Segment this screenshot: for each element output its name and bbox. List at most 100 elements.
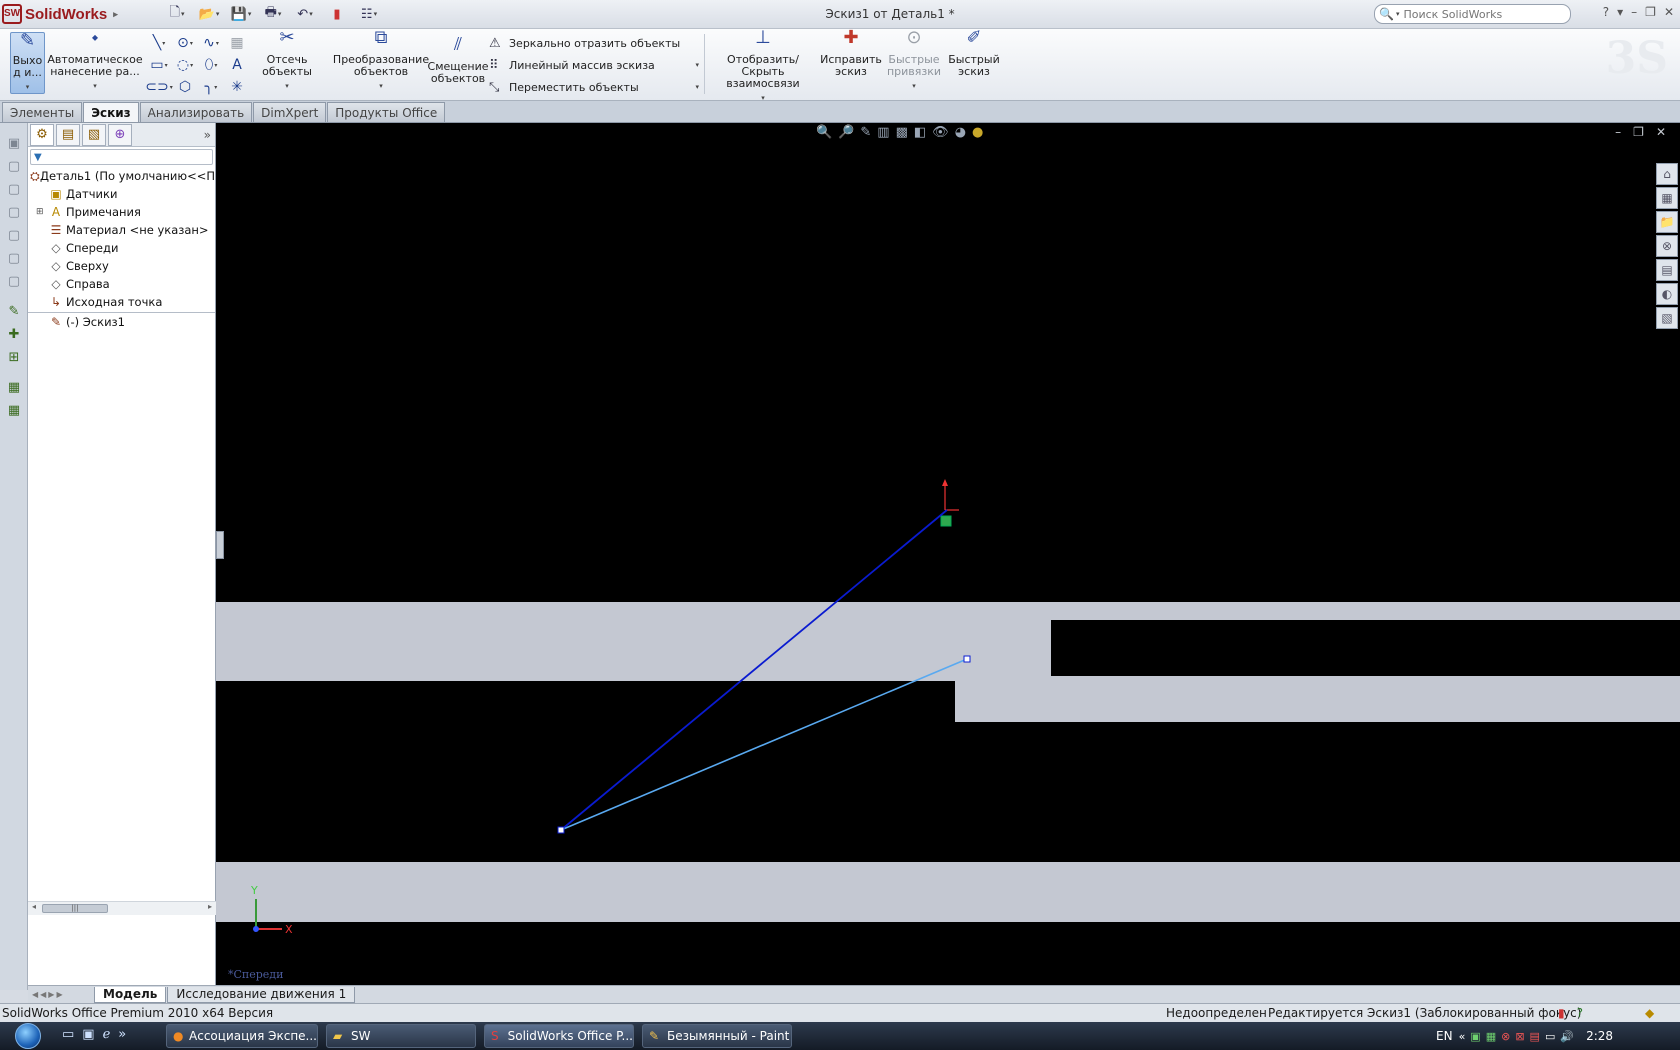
revolve-icon[interactable]: ▢ xyxy=(3,156,25,176)
sketch-endpoint[interactable] xyxy=(963,655,971,663)
tab-sketch[interactable]: Эскиз xyxy=(83,102,139,122)
switch-windows-icon[interactable]: ▣ xyxy=(82,1027,94,1042)
appearances-icon[interactable]: ◐ xyxy=(1656,283,1678,305)
rapid-sketch-button[interactable]: ✐ Быстрый эскиз xyxy=(946,29,1002,78)
smart-dimension-icon[interactable]: ✚ xyxy=(3,324,25,344)
tab-navigation-icon[interactable]: ◀◀▶▶ xyxy=(28,990,94,999)
solidworks-logo[interactable]: SW SolidWorks ▸ xyxy=(2,3,130,25)
scrollbar-thumb[interactable]: ||| xyxy=(42,904,108,913)
internet-explorer-icon[interactable]: ℯ xyxy=(103,1027,111,1042)
extrude-cut-icon[interactable]: ▢ xyxy=(3,225,25,245)
linear-pattern-button[interactable]: ⠿ Линейный массив эскиза ▾ xyxy=(489,54,699,76)
tab-evaluate[interactable]: Анализировать xyxy=(139,102,253,122)
start-button[interactable] xyxy=(2,1022,54,1050)
taskbar-item-folder[interactable]: ▰ SW xyxy=(326,1024,476,1048)
display-style-icon[interactable]: ◧ xyxy=(914,125,926,140)
design-library-icon[interactable]: ▦ xyxy=(1656,187,1678,209)
chevron-down-icon[interactable]: ▾ xyxy=(695,83,699,91)
show-desktop-icon[interactable]: ▭ xyxy=(62,1027,74,1042)
show-hide-relations-button[interactable]: ⊥ Отобразить/Скрыть взаимосвязи ▾ xyxy=(708,29,818,104)
property-manager-tab-icon[interactable]: ▤ xyxy=(56,123,80,146)
sweep-icon[interactable]: ▢ xyxy=(3,179,25,199)
security-icon[interactable]: ▦ xyxy=(1486,1030,1496,1043)
dimxpert-tab-icon[interactable]: ⊕ xyxy=(108,123,132,146)
view-orientation-icon[interactable]: ▩ xyxy=(896,125,908,140)
new-document-button[interactable]: 🗋 ▾ xyxy=(164,4,190,24)
rectangle-tool[interactable]: ▭ ▾ xyxy=(146,54,172,76)
feature-tree-tab-icon[interactable]: ⚙ xyxy=(30,123,54,146)
search-input[interactable] xyxy=(1403,7,1554,21)
polygon-tool[interactable]: ⬡ xyxy=(172,76,198,98)
offset-entities-button[interactable]: ⫽ Смещение объектов xyxy=(428,36,489,85)
circle-tool[interactable]: ⊙ ▾ xyxy=(172,32,198,54)
quick-snaps-button[interactable]: ⊙ Быстрые привязки ▾ xyxy=(886,29,942,92)
save-button[interactable]: 💾 ▾ xyxy=(228,4,254,24)
tree-item-material[interactable]: ☰ Материал <не указан> xyxy=(28,221,215,239)
tree-item-sensors[interactable]: ▣ Датчики xyxy=(28,185,215,203)
scroll-right-icon[interactable]: ▸ xyxy=(208,902,212,911)
search-box[interactable]: 🔍 ▾ xyxy=(1374,4,1571,24)
print-button[interactable]: 🖶 ▾ xyxy=(260,4,286,24)
restore-icon[interactable]: ❐ xyxy=(1645,5,1656,19)
restore-icon[interactable]: ❐ xyxy=(1633,125,1644,139)
chevron-down-icon[interactable]: ▾ xyxy=(695,61,699,69)
repair-sketch-button[interactable]: ✚ Исправить эскиз xyxy=(820,29,882,78)
file-explorer-icon[interactable]: 📁 xyxy=(1656,211,1678,233)
open-button[interactable]: 📂 ▾ xyxy=(196,4,222,24)
minimize-icon[interactable]: – xyxy=(1615,125,1621,139)
minimize-icon[interactable]: – xyxy=(1631,5,1637,19)
fillet-tool[interactable]: ╮ ▾ xyxy=(198,76,224,98)
loft-icon[interactable]: ▢ xyxy=(3,202,25,222)
block-icon[interactable]: ▦ xyxy=(3,377,25,397)
power-icon[interactable]: ▭ xyxy=(1545,1030,1555,1043)
chevron-down-icon[interactable]: ▾ xyxy=(1617,5,1623,19)
mirror-entities-button[interactable]: ⚠ Зеркально отразить объекты xyxy=(489,32,699,54)
zoom-to-fit-icon[interactable]: 🔍 xyxy=(816,125,832,140)
language-indicator[interactable]: EN xyxy=(1436,1029,1453,1043)
grid-tool[interactable]: ▦ xyxy=(224,32,250,54)
custom-properties-icon[interactable]: ▧ xyxy=(1656,307,1678,329)
tab-motion-study[interactable]: Исследование движения 1 xyxy=(167,986,356,1003)
convert-entities-button[interactable]: ⧉ Преобразование объектов ▾ xyxy=(333,29,429,92)
home-icon[interactable]: ⌂ xyxy=(1656,163,1678,185)
undo-button[interactable]: ↶ ▾ xyxy=(292,4,318,24)
slot-tool[interactable]: ⊂⊃ ▾ xyxy=(145,76,172,98)
tree-item-annotations[interactable]: ⊞ A Примечания xyxy=(28,203,215,221)
tab-office-products[interactable]: Продукты Office xyxy=(327,102,446,122)
edit-appearance-icon[interactable]: ◕ xyxy=(955,125,966,140)
sketch-canvas[interactable]: X Y xyxy=(216,123,1680,985)
help-icon[interactable]: ? xyxy=(1603,5,1609,19)
ellipse-tool[interactable]: ⬯ ▾ xyxy=(198,54,224,76)
exit-sketch-button[interactable]: ✎ Выхо д и... ▾ xyxy=(10,32,45,94)
clock[interactable]: 2:28 xyxy=(1586,1029,1613,1043)
sketch-endpoint[interactable] xyxy=(557,826,565,834)
tree-item-origin[interactable]: ↳ Исходная точка xyxy=(28,293,215,311)
search-icon[interactable]: ⊗ xyxy=(1656,235,1678,257)
sketch-icon[interactable]: ✎ xyxy=(3,301,25,321)
extrude-boss-icon[interactable]: ▣ xyxy=(3,133,25,153)
shell-icon[interactable]: ▢ xyxy=(3,271,25,291)
tree-item-front-plane[interactable]: ◇ Спереди xyxy=(28,239,215,257)
coincident-relation-icon[interactable] xyxy=(940,515,952,527)
apply-scene-icon[interactable]: ● xyxy=(972,125,983,140)
previous-view-icon[interactable]: ✎ xyxy=(860,125,871,140)
more-icon[interactable]: » xyxy=(118,1027,126,1042)
taskbar-item-solidworks[interactable]: S SolidWorks Office P... xyxy=(484,1024,634,1048)
arc-tool[interactable]: ◌ ▾ xyxy=(172,54,198,76)
expand-tray-icon[interactable]: « xyxy=(1459,1030,1466,1043)
antivirus-icon[interactable]: ⊗ xyxy=(1501,1030,1510,1043)
view-palette-icon[interactable]: ▤ xyxy=(1656,259,1678,281)
network-icon[interactable]: ▣ xyxy=(1470,1030,1480,1043)
menu-expand-icon[interactable]: ▸ xyxy=(113,9,118,20)
line-tool[interactable]: ╲ ▾ xyxy=(146,32,172,54)
configuration-tab-icon[interactable]: ▧ xyxy=(82,123,106,146)
zoom-area-icon[interactable]: 🔎 xyxy=(838,125,854,140)
tree-item-right-plane[interactable]: ◇ Справа xyxy=(28,275,215,293)
tag-icon[interactable]: ◆ xyxy=(1645,1006,1654,1020)
section-view-icon[interactable]: ▥ xyxy=(877,125,889,140)
text-tool[interactable]: A xyxy=(224,54,250,76)
close-icon[interactable]: ✕ xyxy=(1664,5,1674,19)
tab-dimxpert[interactable]: DimXpert xyxy=(253,102,327,122)
spline-tool[interactable]: ∿ ▾ xyxy=(198,32,224,54)
taskbar-item-paint[interactable]: ✎ Безымянный - Paint xyxy=(642,1024,792,1048)
